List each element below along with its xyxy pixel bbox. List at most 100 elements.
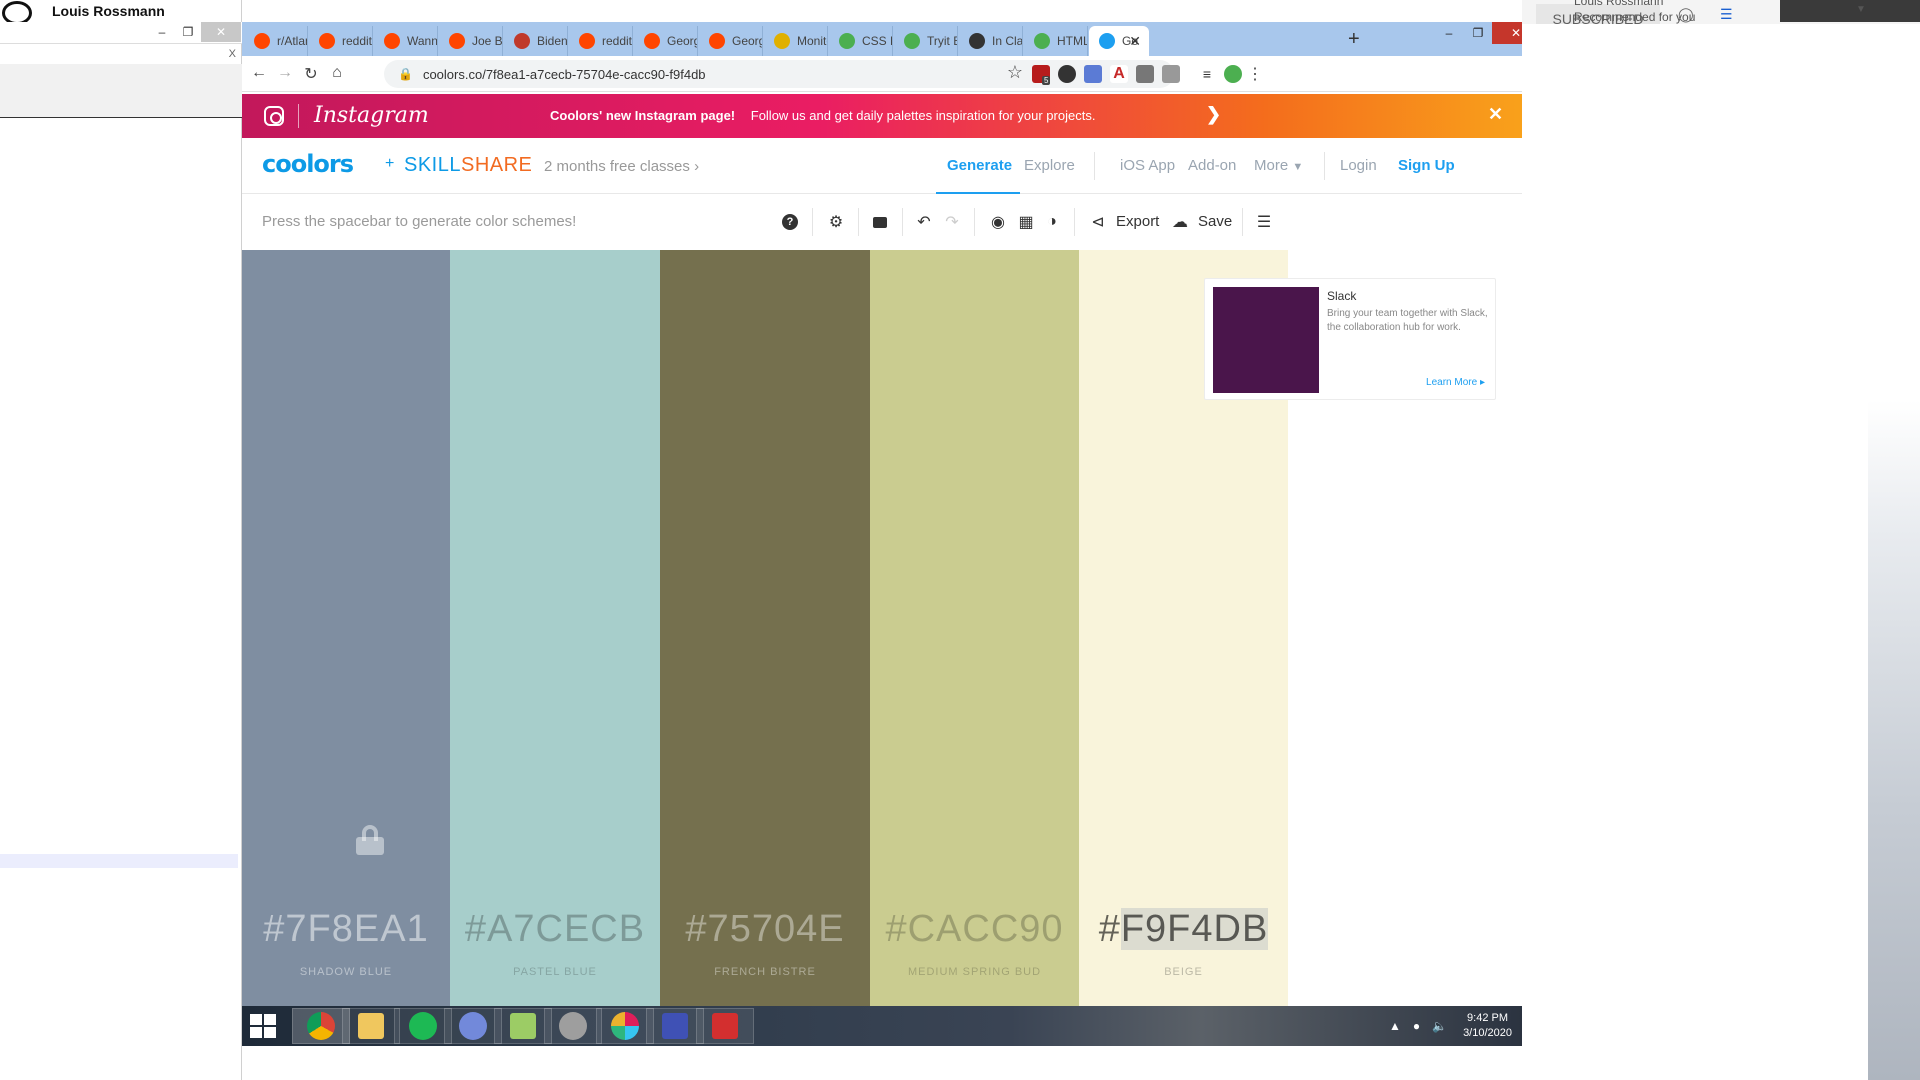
color-swatch[interactable]: #CACC90 MEDIUM SPRING BUD bbox=[870, 250, 1079, 1010]
tab-label: Tryit Ec bbox=[927, 34, 957, 48]
profile-avatar[interactable] bbox=[1224, 65, 1242, 83]
browser-tab[interactable]: CSS Di bbox=[829, 26, 893, 56]
view-eye-icon[interactable]: ◉ bbox=[988, 212, 1008, 232]
nav-signup[interactable]: Sign Up bbox=[1398, 157, 1455, 174]
swatch-hex-selected[interactable]: F9F4DB bbox=[1120, 908, 1269, 950]
tab-label: Georgi bbox=[667, 34, 697, 48]
browser-menu-icon[interactable]: ⋮ bbox=[1244, 64, 1266, 84]
taskbar-explorer-icon[interactable] bbox=[342, 1008, 400, 1044]
close-x-label[interactable]: X bbox=[0, 44, 242, 64]
bookmark-star-icon[interactable]: ☆ bbox=[1004, 62, 1026, 83]
settings-gear-icon[interactable]: ⚙ bbox=[826, 212, 846, 232]
browser-tab[interactable]: reddit: bbox=[569, 26, 633, 56]
forward-icon[interactable]: → bbox=[274, 64, 296, 82]
share-icon[interactable]: ⊲ bbox=[1088, 212, 1108, 232]
browser-tab[interactable]: Tryit Ec bbox=[894, 26, 958, 56]
camera-icon[interactable] bbox=[870, 212, 890, 232]
selected-row bbox=[0, 854, 238, 868]
ad-learn-more-label: Learn More bbox=[1426, 377, 1478, 388]
export-button[interactable]: Export bbox=[1116, 213, 1159, 230]
chevron-right-icon[interactable]: ❯ bbox=[1206, 104, 1221, 125]
dropdown-arrow-icon[interactable]: ▼ bbox=[1856, 4, 1866, 15]
browser-tab[interactable]: r/Atlan bbox=[244, 26, 308, 56]
address-bar[interactable]: 🔒 coolors.co/7f8ea1-a7cecb-75704e-cacc90… bbox=[384, 60, 1174, 88]
reddit-icon bbox=[319, 33, 335, 49]
coolors-logo[interactable]: coolors bbox=[262, 150, 354, 178]
volume-icon[interactable]: 🔈 bbox=[1432, 1019, 1447, 1033]
taskbar-speaker-icon[interactable] bbox=[544, 1008, 602, 1044]
color-swatch[interactable]: #75704E FRENCH BISTRE bbox=[660, 250, 870, 1010]
extension-ghostery-icon[interactable] bbox=[1058, 65, 1076, 83]
close-button[interactable]: ✕ bbox=[201, 22, 241, 42]
nav-addon[interactable]: Add-on bbox=[1188, 157, 1236, 174]
browser-close-button[interactable]: ✕ bbox=[1492, 22, 1522, 44]
browser-tab[interactable]: Georgi bbox=[634, 26, 698, 56]
browser-tab[interactable]: In Clas bbox=[959, 26, 1023, 56]
nav-explore[interactable]: Explore bbox=[1024, 157, 1075, 174]
extension-box-icon[interactable] bbox=[1136, 65, 1154, 83]
help-icon[interactable]: ? bbox=[780, 212, 800, 232]
background-window-right: SUBSCRIBED ◯ ☰ bbox=[1522, 0, 1920, 1080]
media-control-icon[interactable]: ≡ bbox=[1198, 65, 1216, 83]
steam-icon[interactable]: ● bbox=[1413, 1019, 1420, 1033]
cloud-upload-icon[interactable]: ☁ bbox=[1170, 212, 1190, 232]
nav-generate[interactable]: Generate bbox=[947, 157, 1012, 174]
extension-badge: 5 bbox=[1042, 76, 1051, 85]
plus-sign: + bbox=[385, 155, 395, 172]
maximize-button[interactable]: ❐ bbox=[175, 22, 201, 42]
swatch-hex-prefix: # bbox=[1098, 908, 1121, 950]
banner-message[interactable]: Coolors' new Instagram page! Follow us a… bbox=[550, 108, 1095, 123]
reload-icon[interactable]: ↻ bbox=[300, 64, 322, 84]
browser-tab[interactable]: HTML bbox=[1024, 26, 1088, 56]
nav-login[interactable]: Login bbox=[1340, 157, 1377, 174]
windows-start-icon[interactable] bbox=[250, 1014, 280, 1040]
tray-expand-icon[interactable]: ▲ bbox=[1389, 1019, 1401, 1033]
menu-icon[interactable]: ☰ bbox=[1720, 6, 1733, 23]
new-tab-button[interactable]: + bbox=[1348, 28, 1360, 51]
browser-tab[interactable]: Monito bbox=[764, 26, 828, 56]
browser-minimize-button[interactable]: – bbox=[1434, 22, 1464, 44]
extension-keyboard-icon[interactable] bbox=[1162, 65, 1180, 83]
save-button[interactable]: Save bbox=[1198, 213, 1232, 230]
browser-tab[interactable]: Joe Bid bbox=[439, 26, 503, 56]
browser-tab[interactable]: Biden: bbox=[504, 26, 568, 56]
minimize-button[interactable]: – bbox=[149, 22, 175, 42]
back-icon[interactable]: ← bbox=[248, 64, 270, 82]
contrast-icon[interactable]: ◑ bbox=[1042, 212, 1062, 232]
banner-close-icon[interactable]: ✕ bbox=[1488, 104, 1503, 125]
swatch-hex[interactable]: #A7CECB bbox=[450, 908, 660, 951]
browser-tab[interactable]: Wanna bbox=[374, 26, 438, 56]
color-swatch[interactable]: #7F8EA1 SHADOW BLUE bbox=[242, 250, 450, 1010]
promo-link[interactable]: 2 months free classes › bbox=[544, 158, 699, 175]
swatch-hex[interactable]: #F9F4DB bbox=[1079, 908, 1288, 951]
extension-font-icon[interactable]: A bbox=[1110, 65, 1128, 83]
nav-ios-app[interactable]: iOS App bbox=[1120, 157, 1175, 174]
skillshare-logo[interactable]: SKILLSHARE bbox=[404, 154, 532, 177]
browser-tab[interactable]: Ge ✕ bbox=[1089, 26, 1149, 56]
swatch-hex[interactable]: #7F8EA1 bbox=[242, 908, 450, 951]
browser-tab[interactable]: Georgi bbox=[699, 26, 763, 56]
ad-image[interactable] bbox=[1213, 287, 1319, 393]
hamburger-menu-icon[interactable]: ☰ bbox=[1254, 212, 1274, 232]
extension-camera-icon[interactable] bbox=[1084, 65, 1102, 83]
home-icon[interactable]: ⌂ bbox=[326, 64, 348, 82]
tab-label: r/Atlan bbox=[277, 34, 307, 48]
lock-icon[interactable] bbox=[356, 825, 384, 855]
video-thumbnail[interactable] bbox=[1780, 0, 1920, 22]
grid-icon[interactable]: ▦ bbox=[1016, 212, 1036, 232]
ad-card[interactable]: Slack Bring your team together with Slac… bbox=[1204, 278, 1496, 400]
swatch-hex[interactable]: #CACC90 bbox=[870, 908, 1079, 951]
browser-maximize-button[interactable]: ❐ bbox=[1464, 22, 1492, 44]
system-clock[interactable]: 9:42 PM 3/10/2020 bbox=[1463, 1011, 1512, 1041]
tab-close-icon[interactable]: ✕ bbox=[1129, 33, 1141, 50]
toolbar-separator bbox=[812, 208, 813, 236]
undo-icon[interactable]: ↶ bbox=[914, 212, 934, 232]
recommended-label: Recommended for you bbox=[1574, 10, 1696, 24]
swatch-hex[interactable]: #75704E bbox=[660, 908, 870, 951]
taskbar-acrobat-icon[interactable] bbox=[696, 1008, 754, 1044]
nav-more[interactable]: More ▼ bbox=[1254, 157, 1303, 174]
ad-learn-more-link[interactable]: Learn More ▸ bbox=[1426, 377, 1485, 388]
redo-icon[interactable]: ↷ bbox=[942, 212, 962, 232]
color-swatch[interactable]: #A7CECB PASTEL BLUE bbox=[450, 250, 660, 1010]
browser-tab[interactable]: reddit: bbox=[309, 26, 373, 56]
